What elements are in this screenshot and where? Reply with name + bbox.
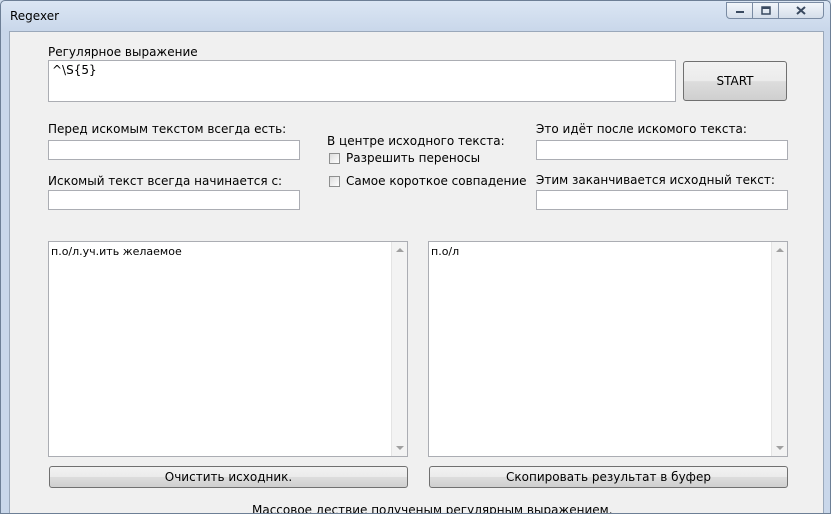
- minimize-icon: [735, 10, 744, 13]
- scroll-up-icon[interactable]: [396, 248, 404, 252]
- caption-buttons: [726, 2, 824, 19]
- after-label: Это идёт после искомого текста:: [536, 122, 747, 136]
- result-text: п.о/л: [431, 245, 460, 258]
- form-client-area: Регулярное выражение ^\S{5} START Перед …: [9, 31, 824, 514]
- maximize-button[interactable]: [752, 2, 779, 19]
- allow-wrap-checkbox[interactable]: Разрешить переносы: [329, 151, 480, 165]
- source-text: п.о/л.уч.ить желаемое: [51, 245, 182, 258]
- after-input[interactable]: [536, 140, 788, 160]
- source-scrollbar[interactable]: [391, 242, 407, 456]
- allow-wrap-label: Разрешить переносы: [346, 151, 481, 165]
- before-label: Перед искомым текстом всегда есть:: [48, 122, 287, 136]
- regex-input[interactable]: ^\S{5}: [48, 60, 676, 102]
- close-button[interactable]: [778, 2, 824, 19]
- before-input[interactable]: [48, 140, 300, 160]
- bulk-action-label: Массовое дествие полученым регулярным вы…: [252, 503, 613, 514]
- result-scrollbar[interactable]: [771, 242, 787, 456]
- window-title: Regexer: [10, 9, 60, 23]
- regex-input-value: ^\S{5}: [52, 63, 97, 77]
- scroll-down-icon[interactable]: [396, 446, 404, 450]
- result-textarea[interactable]: п.о/л: [428, 241, 788, 457]
- start-button[interactable]: START: [683, 61, 787, 101]
- shortest-match-checkbox[interactable]: Самое короткое совпадение: [329, 174, 527, 188]
- scroll-down-icon[interactable]: [776, 446, 784, 450]
- maximize-icon: [760, 6, 771, 15]
- regex-label: Регулярное выражение: [48, 45, 198, 59]
- minimize-button[interactable]: [726, 2, 753, 19]
- app-window: Regexer Регулярное выражение ^\S{5} STAR…: [0, 0, 831, 514]
- clear-source-button[interactable]: Очистить исходник.: [49, 466, 408, 488]
- source-textarea[interactable]: п.о/л.уч.ить желаемое: [48, 241, 408, 457]
- close-icon: [796, 6, 806, 15]
- ends-label: Этим заканчивается исходный текст:: [536, 173, 775, 187]
- ends-input[interactable]: [536, 190, 788, 210]
- allow-wrap-checkbox-box[interactable]: [329, 152, 340, 164]
- starts-label: Искомый текст всегда начинается с:: [48, 174, 283, 188]
- copy-result-button[interactable]: Скопировать результат в буфер: [429, 466, 788, 488]
- shortest-match-label: Самое короткое совпадение: [346, 174, 527, 188]
- scroll-up-icon[interactable]: [776, 248, 784, 252]
- shortest-match-checkbox-box[interactable]: [329, 175, 340, 187]
- center-label: В центре исходного текста:: [327, 134, 505, 148]
- starts-input[interactable]: [48, 190, 300, 210]
